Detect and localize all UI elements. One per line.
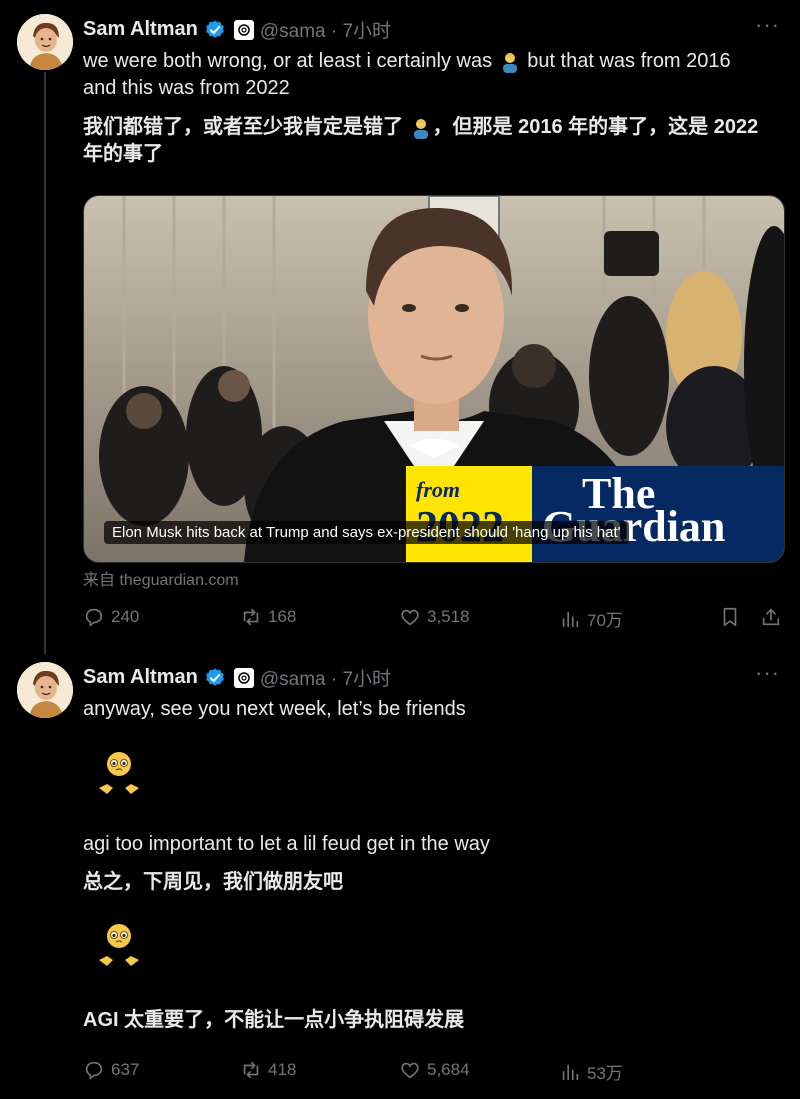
- like-count: 5,684: [427, 1060, 470, 1079]
- reply-icon: [85, 1061, 103, 1080]
- author-handle-time[interactable]: @sama · 7小时: [260, 16, 391, 43]
- from-badge-label: from: [416, 477, 460, 502]
- share-button[interactable]: [760, 606, 788, 628]
- tweet-actions: 637 418 5,684 53万: [83, 1059, 783, 1087]
- reply-icon: [85, 608, 103, 627]
- more-options-icon[interactable]: ···: [755, 12, 780, 38]
- view-count: 53万: [587, 1064, 623, 1083]
- verified-badge-icon: [206, 19, 224, 38]
- text-segment: ，但那是 2016 年的事了，这是 2022: [432, 116, 759, 138]
- reply-button[interactable]: 240: [83, 606, 139, 628]
- bookmark-button[interactable]: [719, 606, 747, 628]
- tweet-text-line-cn: 总之，下周见，我们做朋友吧: [83, 871, 343, 893]
- text-segment: 我们都错了，或者至少我肯定是错了: [83, 116, 403, 138]
- article-photo: from 2022 The Guardian: [84, 196, 784, 562]
- like-count: 3,518: [427, 607, 470, 626]
- text-segment: we were both wrong, or at least i certai…: [83, 50, 493, 72]
- reply-button[interactable]: 637: [83, 1059, 139, 1081]
- views-button[interactable]: 53万: [559, 1059, 623, 1084]
- tweet-header: Sam Altman @sama · 7小时: [83, 664, 391, 691]
- author-handle-time[interactable]: @sama · 7小时: [260, 664, 391, 691]
- openai-affiliation-icon: [233, 19, 254, 40]
- tweet-actions: 240 168 3,518 70万: [83, 606, 783, 634]
- retweet-count: 168: [268, 607, 297, 626]
- text-segment: and this was from 2022: [83, 77, 290, 99]
- author-name[interactable]: Sam Altman: [83, 18, 198, 41]
- heart-icon: [401, 609, 419, 626]
- pleading-hands-emoji-icon: [99, 924, 139, 966]
- views-chart-icon: [562, 1064, 579, 1080]
- pleading-hands-emoji-icon: [99, 752, 139, 794]
- more-options-icon[interactable]: ···: [755, 660, 780, 686]
- avatar[interactable]: [17, 662, 73, 718]
- retweet-count: 418: [268, 1060, 297, 1079]
- facepalm-emoji-icon: [413, 118, 428, 139]
- tweet-header: Sam Altman @sama · 7小时: [83, 16, 391, 43]
- reply-count: 637: [111, 1060, 140, 1079]
- author-name[interactable]: Sam Altman: [83, 666, 198, 689]
- text-segment: 年的事了: [83, 143, 163, 165]
- like-button[interactable]: 3,518: [399, 606, 470, 628]
- card-source[interactable]: 来自 theguardian.com: [83, 566, 239, 590]
- view-count: 70万: [587, 611, 623, 630]
- tweet-2[interactable]: Sam Altman @sama · 7小时 ··· anyway, see y…: [0, 650, 800, 1099]
- tweet-text-line: anyway, see you next week, let’s be frie…: [83, 698, 466, 720]
- link-card[interactable]: from 2022 The Guardian Elon Musk hits ba…: [83, 195, 785, 563]
- facepalm-emoji-icon: [502, 52, 517, 73]
- retweet-button[interactable]: 168: [240, 606, 296, 628]
- views-chart-icon: [562, 611, 579, 627]
- retweet-icon: [243, 1061, 259, 1079]
- text-segment: but that was from 2016: [521, 50, 731, 72]
- reply-count: 240: [111, 607, 140, 626]
- like-button[interactable]: 5,684: [399, 1059, 470, 1081]
- openai-affiliation-icon: [233, 667, 254, 688]
- retweet-icon: [243, 608, 259, 626]
- share-icon: [762, 608, 780, 626]
- verified-badge-icon: [206, 667, 224, 686]
- tweet-text-line: agi too important to let a lil feud get …: [83, 833, 490, 855]
- card-headline: Elon Musk hits back at Trump and says ex…: [104, 521, 629, 544]
- avatar[interactable]: [17, 14, 73, 70]
- tweet-text-line-cn: AGI 太重要了，不能让一点小争执阻碍发展: [83, 1009, 465, 1031]
- tweet-text-cn: 我们都错了，或者至少我肯定是错了 ，但那是 2016 年的事了，这是 2022 …: [83, 114, 783, 168]
- tweet-text-en: we were both wrong, or at least i certai…: [83, 48, 783, 102]
- retweet-button[interactable]: 418: [240, 1059, 296, 1081]
- views-button[interactable]: 70万: [559, 606, 623, 631]
- bookmark-icon: [723, 607, 737, 627]
- tweet-1[interactable]: Sam Altman @sama · 7小时 ··· we were both …: [0, 0, 800, 650]
- heart-icon: [401, 1062, 419, 1079]
